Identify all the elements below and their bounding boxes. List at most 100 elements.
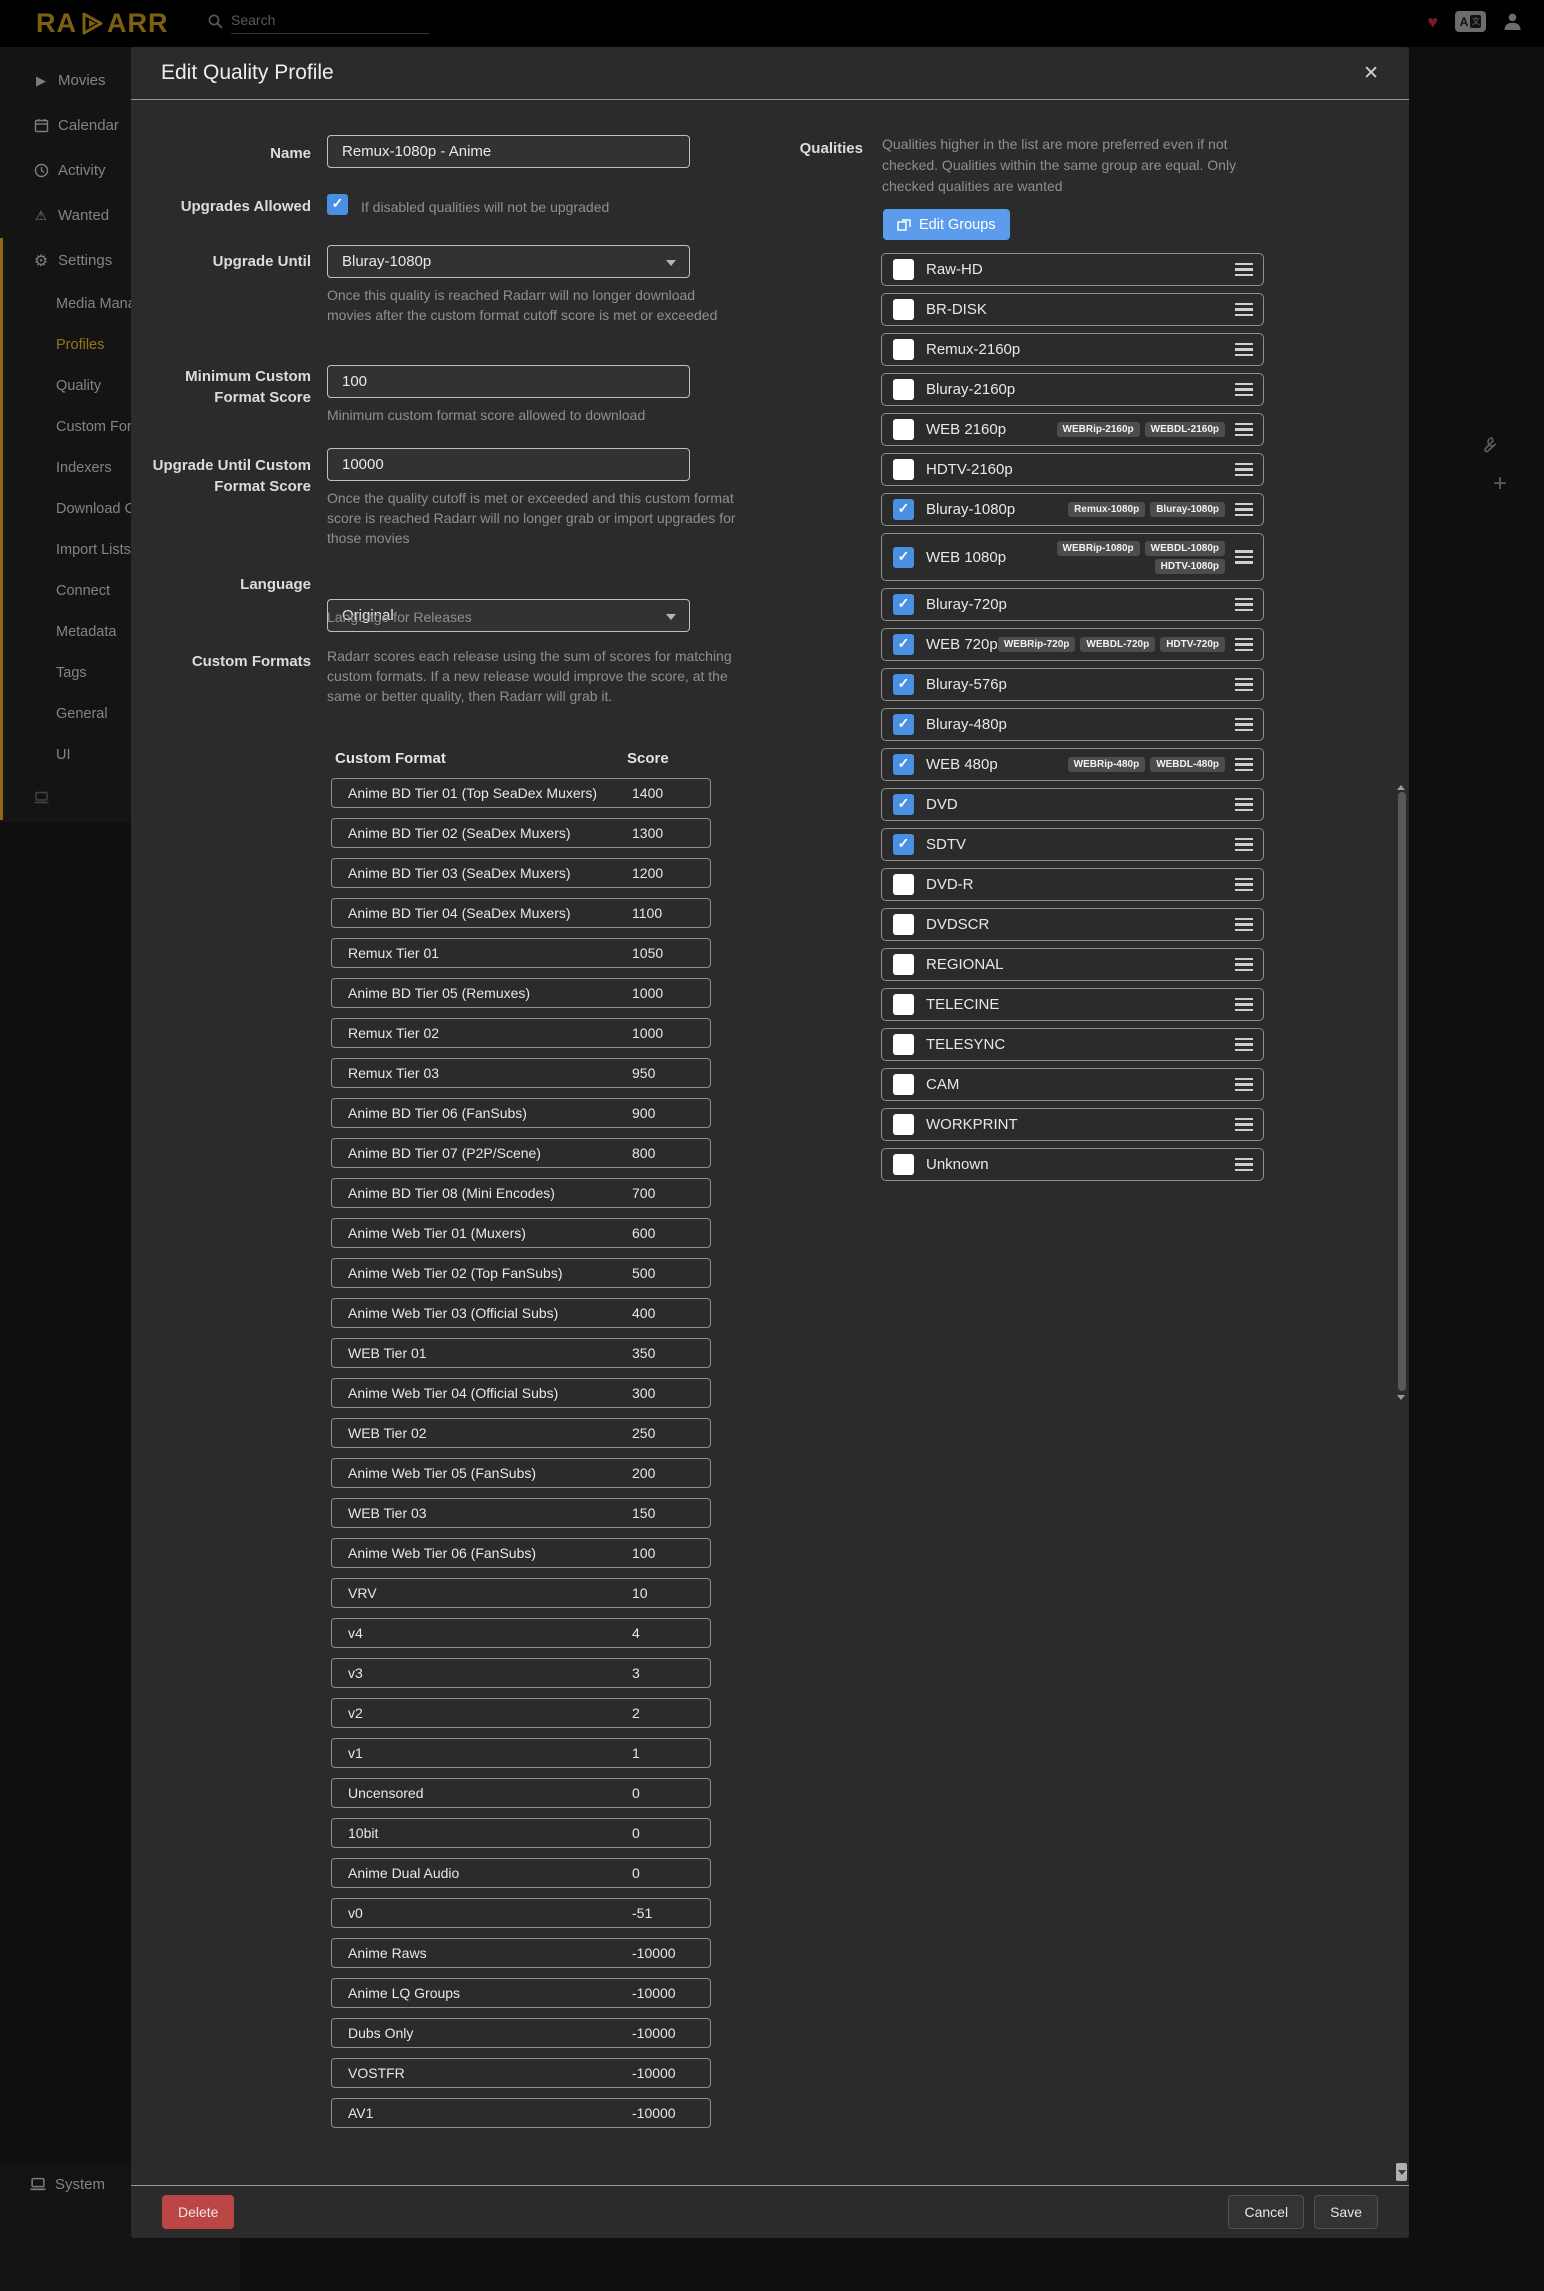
quality-row[interactable]: SDTV (881, 828, 1264, 861)
drag-handle-icon[interactable] (1235, 303, 1253, 317)
format-row[interactable]: WEB Tier 03 150 (331, 1498, 711, 1528)
format-row[interactable]: Anime LQ Groups -10000 (331, 1978, 711, 2008)
quality-row[interactable]: Bluray-1080p Remux-1080pBluray-1080p (881, 493, 1264, 526)
drag-handle-icon[interactable] (1235, 423, 1253, 437)
drag-handle-icon[interactable] (1235, 918, 1253, 932)
format-row[interactable]: Anime Web Tier 01 (Muxers) 600 (331, 1218, 711, 1248)
quality-checkbox[interactable] (893, 634, 914, 655)
save-button[interactable]: Save (1314, 2195, 1378, 2229)
quality-row[interactable]: WORKPRINT (881, 1108, 1264, 1141)
quality-row[interactable]: WEB 720p WEBRip-720pWEBDL-720pHDTV-720p (881, 628, 1264, 661)
drag-handle-icon[interactable] (1235, 838, 1253, 852)
format-row[interactable]: WEB Tier 02 250 (331, 1418, 711, 1448)
quality-row[interactable]: WEB 480p WEBRip-480pWEBDL-480p (881, 748, 1264, 781)
quality-row[interactable]: HDTV-2160p (881, 453, 1264, 486)
quality-checkbox[interactable] (893, 754, 914, 775)
format-row[interactable]: v0 -51 (331, 1898, 711, 1928)
format-row[interactable]: v3 3 (331, 1658, 711, 1688)
drag-handle-icon[interactable] (1235, 998, 1253, 1012)
format-row[interactable]: Anime Web Tier 04 (Official Subs) 300 (331, 1378, 711, 1408)
quality-row[interactable]: CAM (881, 1068, 1264, 1101)
quality-checkbox[interactable] (893, 459, 914, 480)
quality-row[interactable]: Bluray-480p (881, 708, 1264, 741)
quality-checkbox[interactable] (893, 914, 914, 935)
drag-handle-icon[interactable] (1235, 678, 1253, 692)
quality-row[interactable]: Unknown (881, 1148, 1264, 1181)
format-row[interactable]: Anime Web Tier 03 (Official Subs) 400 (331, 1298, 711, 1328)
quality-row[interactable]: DVD (881, 788, 1264, 821)
format-row[interactable]: Anime BD Tier 08 (Mini Encodes) 700 (331, 1178, 711, 1208)
drag-handle-icon[interactable] (1235, 463, 1253, 477)
quality-checkbox[interactable] (893, 874, 914, 895)
scrollbar-thumb[interactable] (1398, 792, 1406, 1391)
quality-row[interactable]: Remux-2160p (881, 333, 1264, 366)
quality-checkbox[interactable] (893, 499, 914, 520)
quality-row[interactable]: Bluray-720p (881, 588, 1264, 621)
drag-handle-icon[interactable] (1235, 638, 1253, 652)
quality-checkbox[interactable] (893, 1114, 914, 1135)
format-row[interactable]: VRV 10 (331, 1578, 711, 1608)
drag-handle-icon[interactable] (1235, 1038, 1253, 1052)
quality-checkbox[interactable] (893, 259, 914, 280)
format-row[interactable]: Remux Tier 02 1000 (331, 1018, 711, 1048)
upgrades-allowed-checkbox[interactable] (327, 194, 348, 215)
quality-checkbox[interactable] (893, 1034, 914, 1055)
format-row[interactable]: Uncensored 0 (331, 1778, 711, 1808)
format-row[interactable]: AV1 -10000 (331, 2098, 711, 2128)
format-row[interactable]: Anime Dual Audio 0 (331, 1858, 711, 1888)
format-row[interactable]: Anime BD Tier 02 (SeaDex Muxers) 1300 (331, 818, 711, 848)
quality-row[interactable]: WEB 2160p WEBRip-2160pWEBDL-2160p (881, 413, 1264, 446)
quality-row[interactable]: DVD-R (881, 868, 1264, 901)
quality-row[interactable]: TELECINE (881, 988, 1264, 1021)
drag-handle-icon[interactable] (1235, 598, 1253, 612)
edit-groups-button[interactable]: Edit Groups (883, 209, 1010, 240)
cancel-button[interactable]: Cancel (1228, 2195, 1304, 2229)
format-row[interactable]: v4 4 (331, 1618, 711, 1648)
quality-checkbox[interactable] (893, 794, 914, 815)
quality-row[interactable]: TELESYNC (881, 1028, 1264, 1061)
scrollbar-bottom-button[interactable] (1396, 2163, 1407, 2181)
scrollbar-up-arrow[interactable] (1397, 781, 1405, 790)
drag-handle-icon[interactable] (1235, 263, 1253, 277)
drag-handle-icon[interactable] (1235, 758, 1253, 772)
quality-row[interactable]: Bluray-576p (881, 668, 1264, 701)
format-row[interactable]: WEB Tier 01 350 (331, 1338, 711, 1368)
format-row[interactable]: Anime Raws -10000 (331, 1938, 711, 1968)
quality-checkbox[interactable] (893, 1154, 914, 1175)
drag-handle-icon[interactable] (1235, 550, 1253, 564)
drag-handle-icon[interactable] (1235, 1158, 1253, 1172)
format-row[interactable]: Remux Tier 01 1050 (331, 938, 711, 968)
quality-checkbox[interactable] (893, 594, 914, 615)
drag-handle-icon[interactable] (1235, 718, 1253, 732)
format-row[interactable]: Anime BD Tier 06 (FanSubs) 900 (331, 1098, 711, 1128)
drag-handle-icon[interactable] (1235, 343, 1253, 357)
quality-row[interactable]: WEB 1080p WEBRip-1080pWEBDL-1080pHDTV-10… (881, 533, 1264, 581)
format-row[interactable]: Anime BD Tier 05 (Remuxes) 1000 (331, 978, 711, 1008)
format-row[interactable]: VOSTFR -10000 (331, 2058, 711, 2088)
min-score-input[interactable] (327, 365, 690, 398)
upgrade-until-select[interactable]: Bluray-1080p (327, 245, 690, 278)
quality-checkbox[interactable] (893, 339, 914, 360)
scrollbar-down-arrow[interactable] (1397, 1395, 1405, 1404)
format-row[interactable]: Anime BD Tier 03 (SeaDex Muxers) 1200 (331, 858, 711, 888)
delete-button[interactable]: Delete (162, 2195, 234, 2229)
quality-checkbox[interactable] (893, 419, 914, 440)
quality-checkbox[interactable] (893, 834, 914, 855)
quality-row[interactable]: Bluray-2160p (881, 373, 1264, 406)
drag-handle-icon[interactable] (1235, 1078, 1253, 1092)
format-row[interactable]: Anime Web Tier 06 (FanSubs) 100 (331, 1538, 711, 1568)
drag-handle-icon[interactable] (1235, 878, 1253, 892)
drag-handle-icon[interactable] (1235, 1118, 1253, 1132)
format-row[interactable]: Anime BD Tier 07 (P2P/Scene) 800 (331, 1138, 711, 1168)
drag-handle-icon[interactable] (1235, 503, 1253, 517)
format-row[interactable]: Remux Tier 03 950 (331, 1058, 711, 1088)
quality-row[interactable]: DVDSCR (881, 908, 1264, 941)
quality-row[interactable]: Raw-HD (881, 253, 1264, 286)
quality-checkbox[interactable] (893, 299, 914, 320)
format-row[interactable]: Anime BD Tier 04 (SeaDex Muxers) 1100 (331, 898, 711, 928)
quality-row[interactable]: REGIONAL (881, 948, 1264, 981)
quality-checkbox[interactable] (893, 547, 914, 568)
quality-row[interactable]: BR-DISK (881, 293, 1264, 326)
close-icon[interactable] (1363, 62, 1379, 85)
quality-checkbox[interactable] (893, 1074, 914, 1095)
